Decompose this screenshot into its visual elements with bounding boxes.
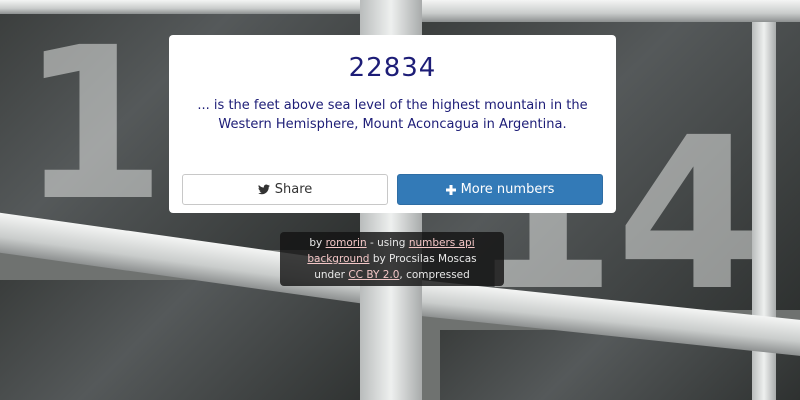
credits-line-3: under CC BY 2.0, compressed [280,267,504,283]
credits-under-text: under [314,269,345,281]
credits-compressed-text: , compressed [399,269,470,281]
twitter-bird-icon [257,184,270,195]
more-numbers-button[interactable]: More numbers [397,174,603,205]
share-button[interactable]: Share [182,174,388,205]
author-link[interactable]: romorin [326,237,367,249]
credits-line-2: background by Procsilas Moscas [280,251,504,267]
credits-box: by romorin - using numbers api backgroun… [280,232,504,286]
background-link[interactable]: background [307,253,369,265]
license-link[interactable]: CC BY 2.0 [348,269,399,281]
fact-card: 22834 ... is the feet above sea level of… [169,35,616,213]
credits-background-by-text: by Procsilas Moscas [372,253,477,265]
credits-line-1: by romorin - using numbers api [280,235,504,251]
facade-ledge [422,0,800,22]
plus-icon [445,184,456,195]
fact-number: 22834 [348,53,437,83]
fact-text: ... is the feet above sea level of the h… [197,98,588,132]
credits-using-text: - using [369,237,406,249]
numbers-api-link[interactable]: numbers api [409,237,475,249]
share-button-label: Share [274,182,313,197]
more-numbers-button-label: More numbers [460,182,555,197]
credits-by-text: by [309,237,323,249]
facade-ledge [0,0,360,14]
